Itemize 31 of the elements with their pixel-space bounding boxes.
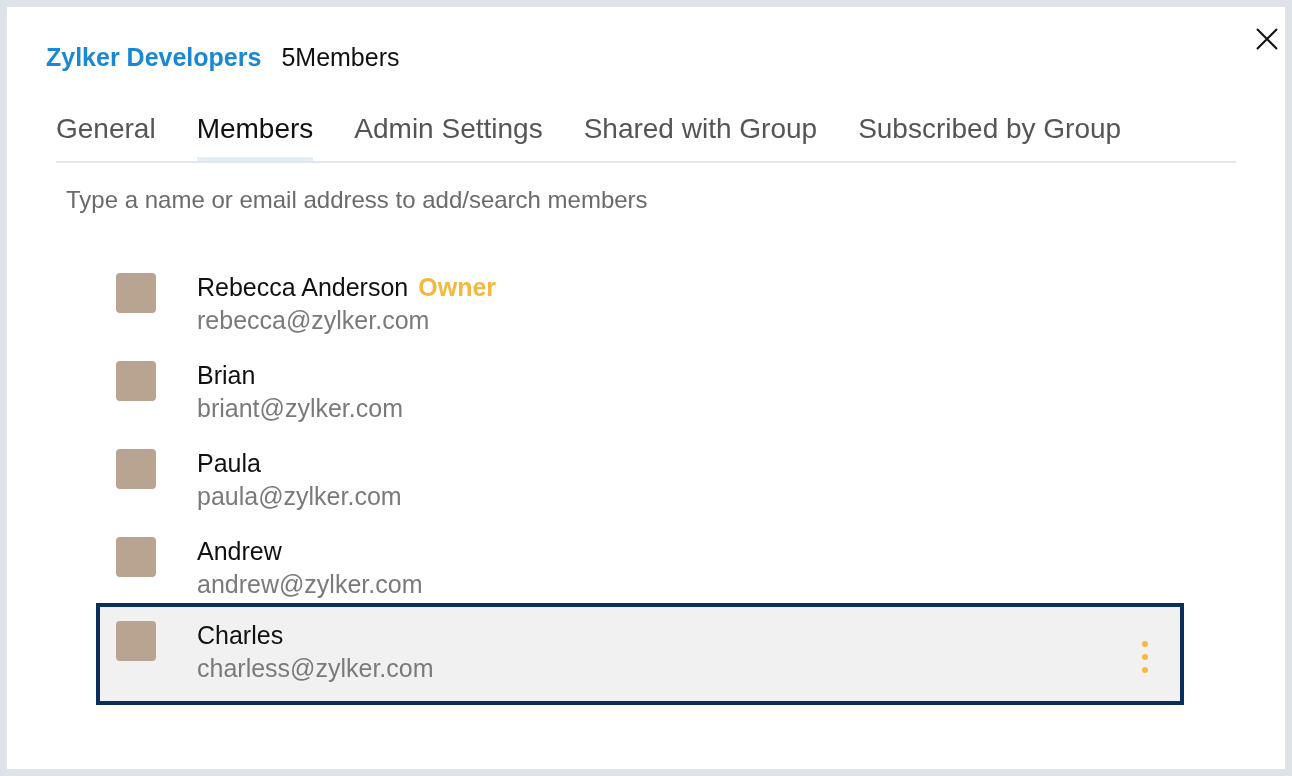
member-name: Brian [197,360,256,391]
tab[interactable]: Members [196,113,314,161]
avatar-photo [116,621,156,661]
tab[interactable]: Subscribed by Group [858,113,1122,161]
member-row[interactable]: Rebecca Anderson Owner rebecca@zylker.com [96,267,1184,355]
close-icon [1256,28,1278,50]
avatar-photo [116,537,156,577]
kebab-icon [1142,641,1148,673]
member-email: charless@zylker.com [197,653,434,684]
tab[interactable]: Admin Settings [354,113,543,161]
avatar-photo [116,449,156,489]
member-name: Rebecca Anderson [197,272,409,303]
member-name: Paula [197,448,261,479]
member-row[interactable]: Paula paula@zylker.com [96,443,1184,531]
member-row[interactable]: Charles charless@zylker.com [96,603,1184,705]
member-email: briant@zylker.com [197,393,403,424]
avatar-photo [116,361,156,401]
avatar-photo [116,273,156,313]
member-count: 5Members [281,42,400,74]
member-email: andrew@zylker.com [197,569,423,600]
member-name: Charles [197,620,284,651]
member-email: rebecca@zylker.com [197,305,431,336]
search-field[interactable]: Type a name or email address to add/search members [66,183,966,217]
member-row[interactable]: Brian briant@zylker.com [96,355,1184,443]
close-button[interactable] [1255,27,1279,51]
member-name: Andrew [197,536,282,567]
role-label: Owner [418,272,497,303]
member-email: paula@zylker.com [197,481,402,512]
group-name: Zylker Developers [46,42,262,74]
tab[interactable]: General [56,113,156,161]
tab[interactable]: Shared with Group [583,113,818,161]
